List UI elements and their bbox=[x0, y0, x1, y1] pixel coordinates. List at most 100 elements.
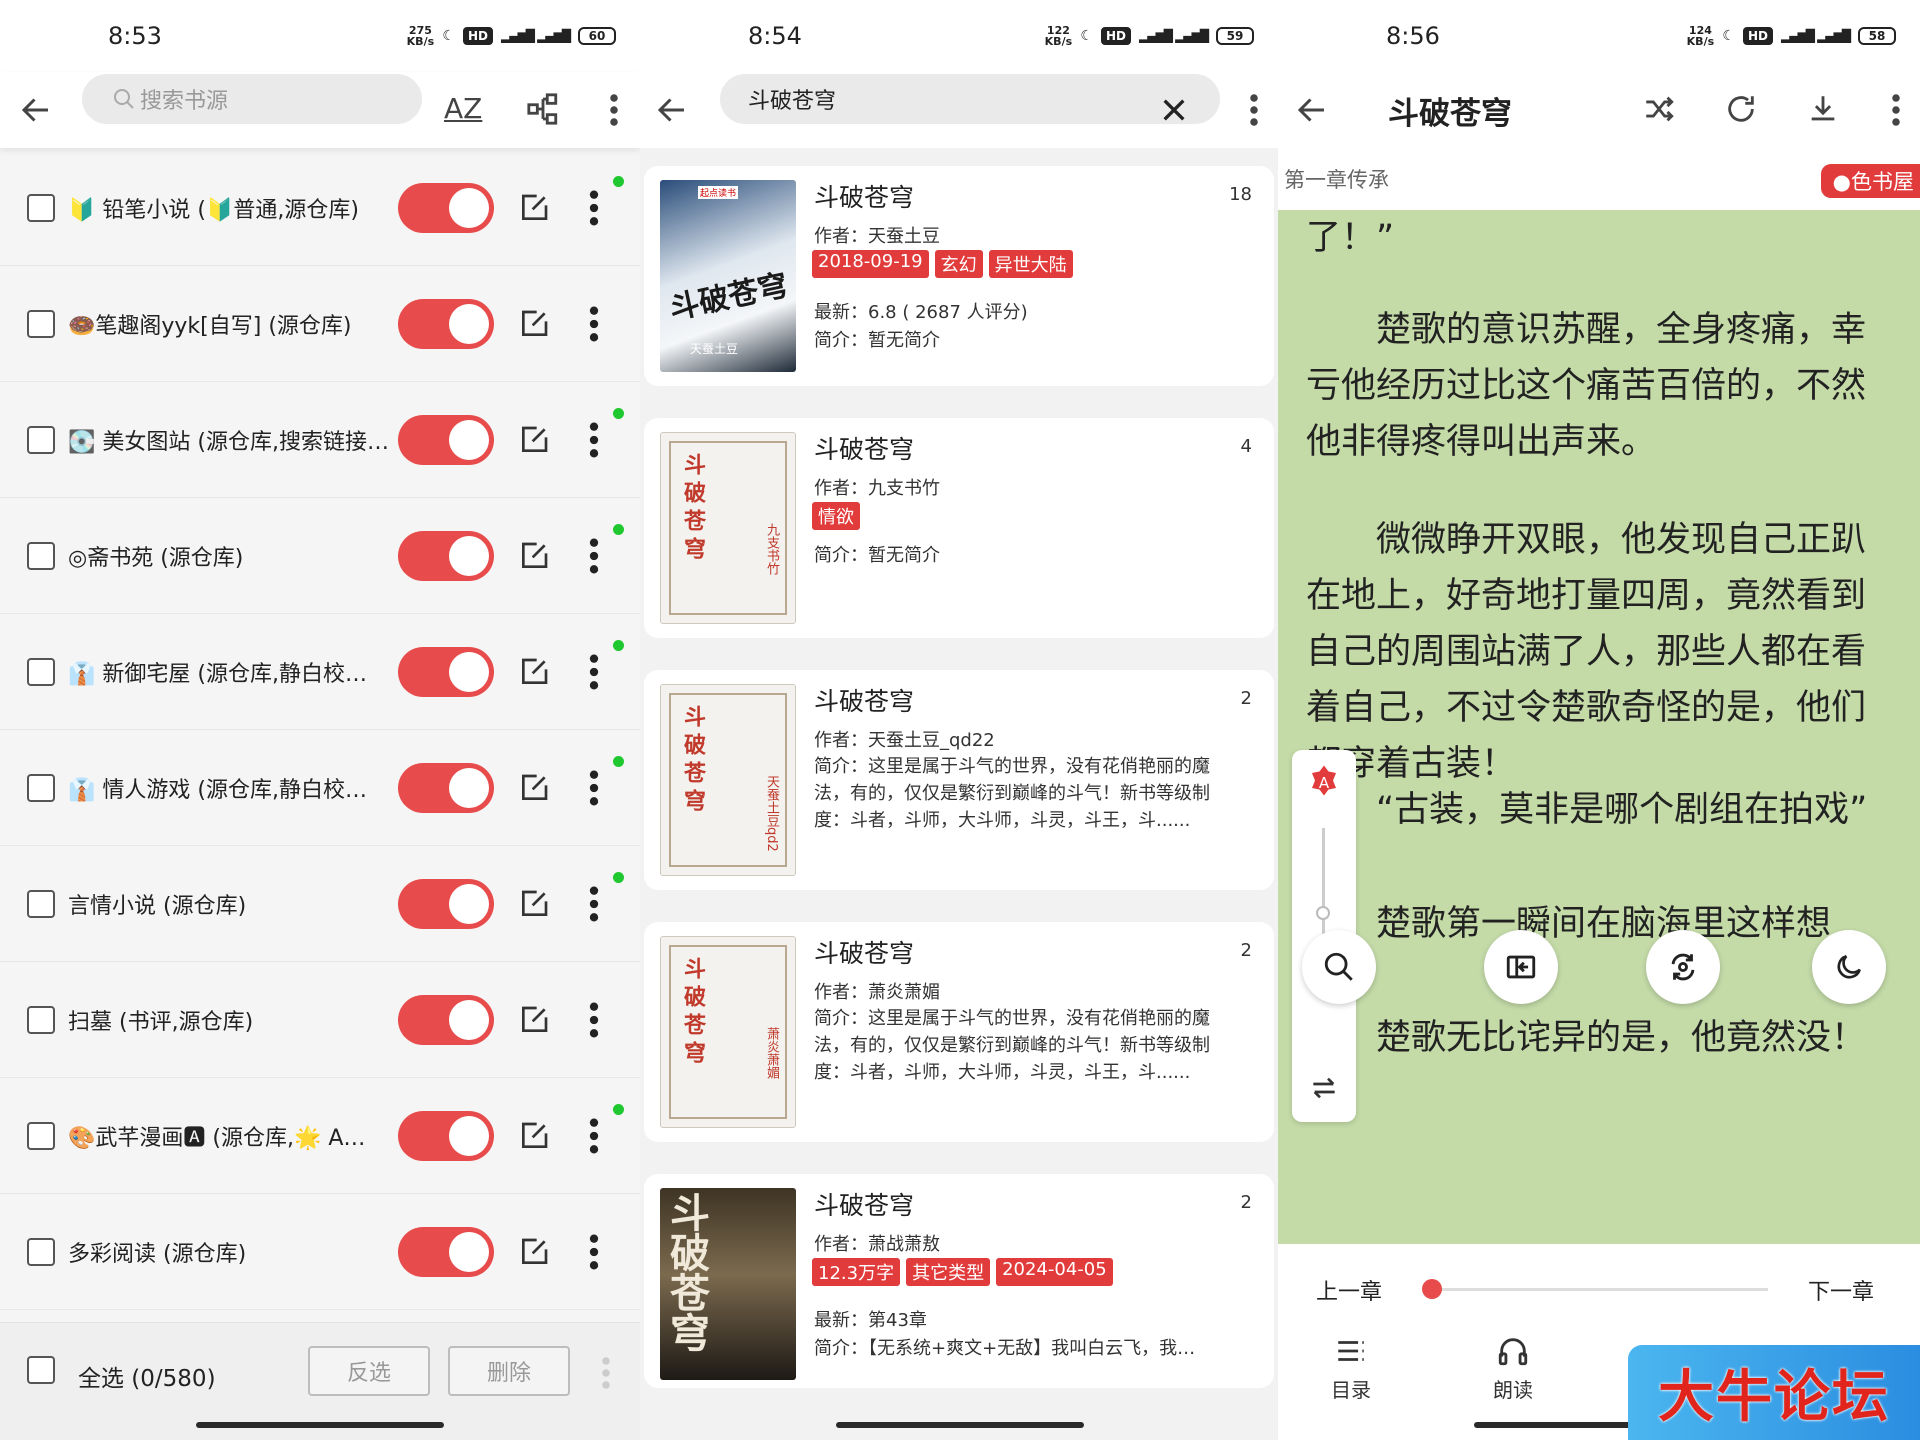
moon-icon bbox=[1837, 955, 1861, 979]
toc-tab[interactable]: 目录 bbox=[1296, 1334, 1406, 1403]
source-checkbox[interactable] bbox=[27, 889, 55, 918]
home-indicator[interactable] bbox=[196, 1422, 444, 1428]
online-status-dot bbox=[613, 640, 624, 651]
clear-icon[interactable] bbox=[1158, 94, 1190, 126]
source-enable-toggle[interactable] bbox=[398, 1226, 494, 1277]
edit-icon[interactable] bbox=[518, 1236, 550, 1268]
source-row[interactable]: 言情小说 (源仓库) bbox=[0, 846, 640, 962]
more-vert-icon[interactable] bbox=[580, 1116, 608, 1156]
source-row[interactable]: 扫墓 (书评,源仓库) bbox=[0, 962, 640, 1078]
result-card[interactable]: 斗破苍穹 天蚕土豆qd2 斗破苍穹 2 作者：天蚕土豆_qd22 简介：这里是属于斗气的世… bbox=[644, 670, 1274, 890]
edit-icon[interactable] bbox=[518, 424, 550, 456]
home-indicator[interactable] bbox=[836, 1422, 1084, 1428]
back-arrow-icon[interactable] bbox=[654, 92, 690, 128]
source-enable-toggle[interactable] bbox=[398, 994, 494, 1045]
more-vert-icon[interactable] bbox=[580, 188, 608, 228]
source-enable-toggle[interactable] bbox=[398, 762, 494, 813]
search-button[interactable] bbox=[1302, 930, 1376, 1004]
edit-icon[interactable] bbox=[518, 192, 550, 224]
edit-icon[interactable] bbox=[518, 1004, 550, 1036]
paragraph: 楚歌的意识苏醒，全身疼痛，幸亏他经历过比这个痛苦百倍的，不然他非得疼得叫出声来。 bbox=[1306, 310, 1867, 462]
tag-badge: 玄幻 bbox=[934, 250, 983, 278]
edit-icon[interactable] bbox=[518, 772, 550, 804]
source-checkbox[interactable] bbox=[27, 309, 55, 338]
more-vert-icon[interactable] bbox=[580, 536, 608, 576]
source-row[interactable]: 🔰 铅笔小说 (🔰普通,源仓库) bbox=[0, 150, 640, 266]
source-row[interactable]: 多彩阅读 (源仓库) bbox=[0, 1194, 640, 1310]
back-arrow-icon[interactable] bbox=[18, 92, 54, 128]
more-vert-icon[interactable] bbox=[580, 768, 608, 808]
source-checkbox[interactable] bbox=[27, 541, 55, 570]
night-mode-button[interactable] bbox=[1812, 930, 1886, 1004]
download-icon[interactable] bbox=[1806, 92, 1840, 126]
replace-rule-button[interactable] bbox=[1646, 930, 1720, 1004]
select-all-checkbox[interactable] bbox=[27, 1356, 55, 1384]
source-enable-toggle[interactable] bbox=[398, 530, 494, 581]
more-vert-icon[interactable] bbox=[580, 652, 608, 692]
source-badge[interactable]: ●色书屋 bbox=[1820, 164, 1920, 198]
result-card[interactable]: 起点读书 斗破苍穹 天蚕土豆 斗破苍穹 18 作者：天蚕土豆 2018-09-19 玄幻 异世大… bbox=[644, 166, 1274, 386]
book-title: 斗破苍穹 bbox=[1388, 96, 1512, 132]
chapter-progress-slider[interactable] bbox=[1422, 1279, 1768, 1299]
more-vert-icon[interactable] bbox=[580, 1232, 608, 1272]
next-chapter-button[interactable]: 下一章 bbox=[1808, 1274, 1874, 1306]
source-row[interactable]: 👔 情人游戏 (源仓库,静白校… bbox=[0, 730, 640, 846]
reading-area[interactable]: 了！” 楚歌的意识苏醒，全身疼痛，幸亏他经历过比这个痛苦百倍的，不然他非得疼得叫… bbox=[1278, 210, 1920, 1244]
book-title: 斗破苍穹 bbox=[814, 939, 915, 968]
source-enable-toggle[interactable] bbox=[398, 1110, 494, 1161]
swap-position-icon[interactable] bbox=[1308, 1072, 1340, 1104]
edit-icon[interactable] bbox=[518, 656, 550, 688]
source-checkbox[interactable] bbox=[27, 425, 55, 454]
more-vert-icon[interactable] bbox=[1244, 92, 1264, 128]
result-card[interactable]: 斗破苍穹 斗破苍穹 2 作者：萧战萧敖 12.3万字 其它类型 2024-04-05 最新：第… bbox=[644, 1174, 1274, 1388]
progress-thumb[interactable] bbox=[1422, 1279, 1442, 1299]
more-vert-icon[interactable] bbox=[580, 1000, 608, 1040]
edit-icon[interactable] bbox=[518, 540, 550, 572]
source-row[interactable]: 🍩笔趣阁yyk[自写] (源仓库) bbox=[0, 266, 640, 382]
source-checkbox[interactable] bbox=[27, 193, 55, 222]
source-row[interactable]: 🎨武芊漫画🅰 (源仓库,🌟 A… bbox=[0, 1078, 640, 1194]
auto-page-button[interactable] bbox=[1484, 930, 1558, 1004]
edit-icon[interactable] bbox=[518, 308, 550, 340]
prev-chapter-button[interactable]: 上一章 bbox=[1316, 1274, 1382, 1306]
source-row[interactable]: 👔 新御宅屋 (源仓库,静白校… bbox=[0, 614, 640, 730]
delete-button[interactable]: 删除 bbox=[448, 1346, 570, 1396]
source-row[interactable]: ◎斋书苑 (源仓库) bbox=[0, 498, 640, 614]
read-aloud-tab[interactable]: 朗读 bbox=[1458, 1334, 1568, 1403]
source-enable-toggle[interactable] bbox=[398, 414, 494, 465]
source-enable-toggle[interactable] bbox=[398, 646, 494, 697]
back-arrow-icon[interactable] bbox=[1294, 92, 1330, 128]
more-vert-icon[interactable] bbox=[580, 420, 608, 460]
more-vert-icon[interactable] bbox=[580, 884, 608, 924]
refresh-icon[interactable] bbox=[1724, 92, 1758, 126]
source-enable-toggle[interactable] bbox=[398, 182, 494, 233]
more-vert-icon[interactable] bbox=[604, 92, 624, 128]
source-enable-toggle[interactable] bbox=[398, 878, 494, 929]
edit-icon[interactable] bbox=[518, 888, 550, 920]
more-vert-icon[interactable] bbox=[1886, 92, 1906, 128]
auto-brightness-icon[interactable]: A bbox=[1306, 764, 1342, 800]
source-checkbox[interactable] bbox=[27, 657, 55, 686]
more-vert-icon[interactable] bbox=[600, 1355, 612, 1391]
brightness-thumb[interactable] bbox=[1316, 906, 1330, 920]
search-input[interactable]: 斗破苍穹 bbox=[720, 74, 1220, 124]
edit-icon[interactable] bbox=[518, 1120, 550, 1152]
search-input[interactable]: 搜索书源 bbox=[82, 74, 422, 124]
source-enable-toggle[interactable] bbox=[398, 298, 494, 349]
source-checkbox[interactable] bbox=[27, 1121, 55, 1150]
select-all-label[interactable]: 全选 (0/580) bbox=[78, 1359, 216, 1393]
source-count: 2 bbox=[1240, 1192, 1252, 1213]
group-icon[interactable] bbox=[526, 92, 560, 126]
result-card[interactable]: 斗破苍穹 九支书竹 斗破苍穹 4 作者：九支书竹 情欲 简介：暂无简介 bbox=[644, 418, 1274, 638]
source-row[interactable]: 💽 美女图站 (源仓库,搜索链接… bbox=[0, 382, 640, 498]
reader-screen: 8:56 124 KB/s ☾ HD ▂▄▆█ ▂▄▆█ 58 斗破苍穹 第一章… bbox=[1278, 0, 1920, 1440]
source-checkbox[interactable] bbox=[27, 773, 55, 802]
sort-az-button[interactable]: AZ bbox=[444, 92, 482, 125]
result-card[interactable]: 斗破苍穹 萧炎萧媚 斗破苍穹 2 作者：萧炎萧媚 简介：这里是属于斗气的世界，没有花俏艳丽… bbox=[644, 922, 1274, 1142]
more-vert-icon[interactable] bbox=[580, 304, 608, 344]
source-checkbox[interactable] bbox=[27, 1237, 55, 1266]
change-source-icon[interactable] bbox=[1642, 92, 1676, 126]
invert-selection-button[interactable]: 反选 bbox=[308, 1346, 430, 1396]
signal-icon: ▂▄▆█ ▂▄▆█ bbox=[500, 29, 571, 43]
source-checkbox[interactable] bbox=[27, 1005, 55, 1034]
